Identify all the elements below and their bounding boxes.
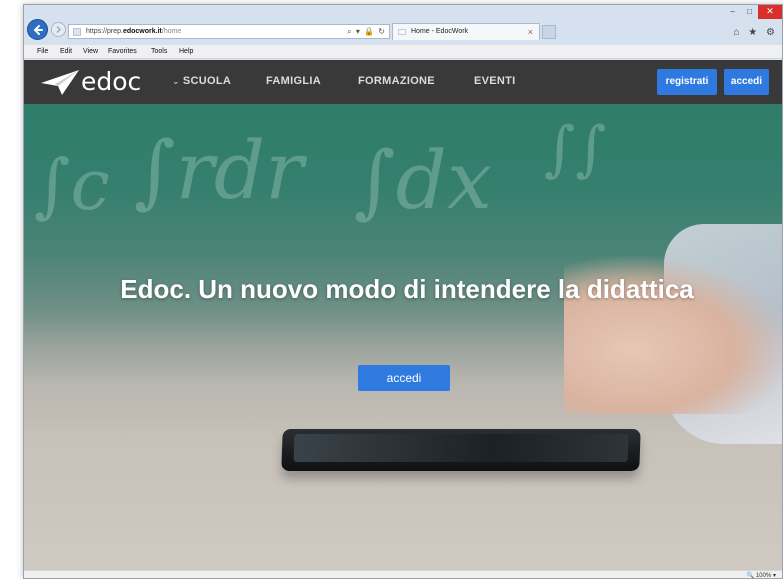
arrow-right-icon [56,26,61,33]
tab-close-icon[interactable]: × [528,24,533,40]
zoom-control[interactable]: 🔍 100% ▾ [747,571,776,578]
address-bar[interactable]: https://prep.edocwork.it/home ⌕ ▾ 🔒 ↻ [68,24,390,39]
hero-title: Edoc. Un nuovo modo di intendere la dida… [120,274,694,304]
tablet-image [281,429,641,471]
browser-toolbar: https://prep.edocwork.it/home ⌕ ▾ 🔒 ↻ Ho… [24,5,782,45]
minimize-icon[interactable]: – [724,5,741,19]
hero-login-button[interactable]: accedi [358,365,450,391]
hero-section: ∫c ∫rdr ∫dx ∫∫ Edoc. Un nuovo modo di in… [24,104,782,570]
chevron-down-icon: ⌄ [172,76,180,86]
arrow-left-icon [33,24,43,35]
tablet-screen [293,434,629,462]
close-window-icon[interactable]: ✕ [758,5,782,19]
forward-button[interactable] [51,22,66,37]
tab-page-icon [398,29,406,35]
tab-title: Home - EdocWork [411,28,469,35]
menu-help[interactable]: Help [179,45,193,59]
maximize-icon[interactable]: □ [741,5,758,19]
menu-favorites[interactable]: Favorites [108,45,137,59]
login-button[interactable]: accedi [724,69,769,95]
paper-plane-logo-icon[interactable] [40,68,80,96]
register-button[interactable]: registrati [657,69,717,95]
home-favorites-settings-icons[interactable]: ⌂ ★ ⚙ [733,27,778,38]
browser-window: https://prep.edocwork.it/home ⌕ ▾ 🔒 ↻ Ho… [23,4,783,579]
chalkboard-decoration: ∫rdr [134,124,304,217]
window-controls: – □ ✕ [724,5,782,19]
menu-tools[interactable]: Tools [151,45,167,59]
menu-file[interactable]: File [37,45,48,59]
nav-formazione[interactable]: FORMAZIONE [358,75,435,87]
back-button[interactable] [27,19,48,40]
menu-bar: File Edit View Favorites Tools Help [24,45,782,59]
menu-view[interactable]: View [83,45,98,59]
tab-home[interactable]: Home - EdocWork × [392,23,540,40]
nav-famiglia[interactable]: FAMIGLIA [266,75,321,87]
new-tab-button[interactable] [542,25,556,39]
address-tools-icon[interactable]: ⌕ ▾ 🔒 ↻ [347,25,386,38]
chalkboard-decoration: ∫∫ [544,114,607,184]
logo-text[interactable]: edoc [81,67,141,96]
chalkboard-decoration: ∫dx [354,134,493,227]
nav-scuola-label: SCUOLA [182,75,232,87]
nav-scuola[interactable]: ⌄ SCUOLA [172,75,231,87]
site-navbar: edoc ⌄ SCUOLA FAMIGLIA FORMAZIONE EVENTI … [24,60,782,104]
address-url: https://prep.edocwork.it/home [86,28,182,35]
page-icon [73,28,81,36]
menu-edit[interactable]: Edit [60,45,72,59]
status-bar: 🔍 100% ▾ [24,570,782,578]
chalkboard-decoration: ∫c [34,144,110,226]
nav-eventi[interactable]: EVENTI [474,75,516,87]
